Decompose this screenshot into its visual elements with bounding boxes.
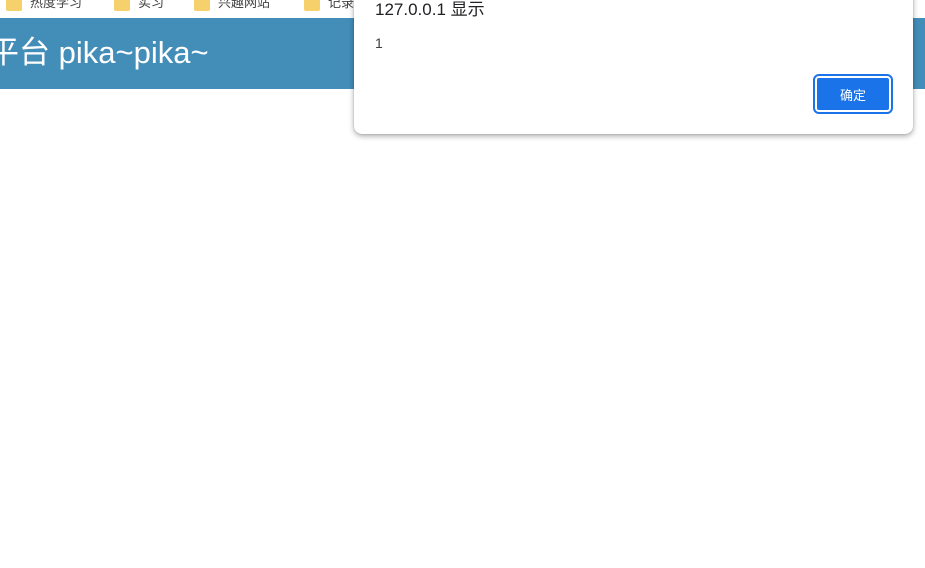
alert-title: 127.0.0.1 显示	[375, 0, 485, 19]
ok-button[interactable]: 确定	[813, 74, 893, 114]
bookmark-label: 记录	[328, 0, 355, 10]
folder-icon	[6, 0, 22, 11]
bookmark-item[interactable]: 记录	[304, 0, 354, 11]
site-title: 平台 pika~pika~	[0, 35, 209, 70]
alert-dialog: 127.0.0.1 显示 1 确定	[354, 0, 913, 134]
bookmark-label: 兴趣网站	[218, 0, 271, 10]
bookmark-label: 热度学习	[30, 0, 83, 10]
browser-page: 热度学习 实习 兴趣网站 记录 平台 pika~pika~ 127.0.0.1 …	[0, 0, 925, 568]
folder-icon	[114, 0, 130, 11]
bookmark-item[interactable]: 兴趣网站	[194, 0, 270, 11]
folder-icon	[194, 0, 210, 11]
bookmark-item[interactable]: 热度学习	[6, 0, 82, 11]
bookmark-label: 实习	[138, 0, 165, 10]
folder-icon	[304, 0, 320, 11]
alert-message: 1	[375, 35, 383, 51]
overflow-icon[interactable]	[913, 0, 925, 2]
bookmark-item[interactable]: 实习	[114, 0, 164, 11]
